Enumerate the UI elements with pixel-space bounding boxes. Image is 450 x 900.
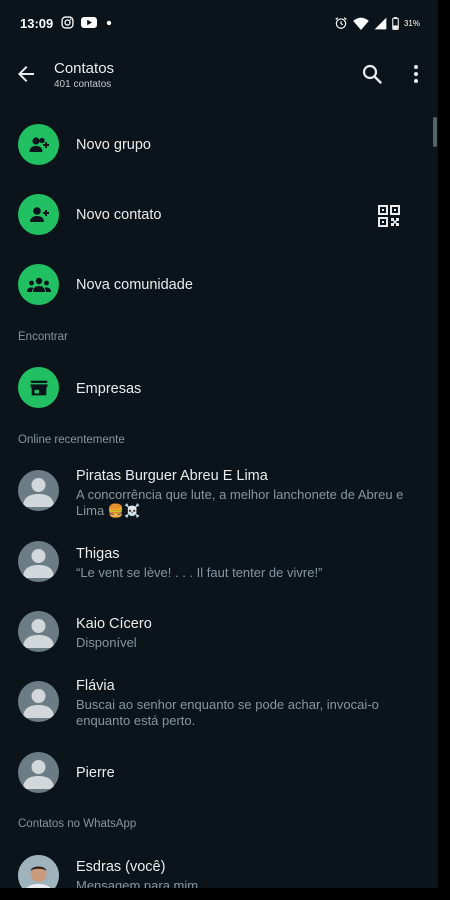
avatar [18, 470, 59, 511]
new-contact-row[interactable]: Novo contato [0, 188, 438, 244]
contacts-count: 401 contatos [54, 79, 112, 90]
avatar [18, 681, 59, 722]
wifi-icon [353, 17, 369, 30]
section-find: Encontrar [18, 331, 68, 343]
new-contact-label: Novo contato [76, 207, 162, 223]
avatar [18, 541, 59, 582]
contact-row[interactable]: Piratas Burguer Abreu E Lima A concorrên… [0, 462, 438, 526]
contact-name: Thigas [76, 546, 120, 562]
alarm-icon [335, 17, 347, 29]
search-icon[interactable] [360, 62, 384, 86]
default-avatar-icon [23, 478, 54, 507]
default-avatar-icon [23, 689, 54, 718]
status-bar: 13:09 31% [0, 0, 438, 48]
section-whatsapp: Contatos no WhatsApp [18, 818, 137, 830]
contact-row[interactable]: Flávia Buscai ao senhor enquanto se pode… [0, 672, 438, 736]
businesses-label: Empresas [76, 381, 142, 397]
contact-status: “Le vent se lève! . . . Il faut tenter d… [76, 565, 323, 580]
app-bar: Contatos 401 contatos [0, 48, 438, 104]
contact-status: A concorrência que lute, a melhor lancho… [76, 487, 404, 518]
contact-name: Flávia [76, 678, 115, 694]
avatar [18, 855, 59, 888]
contacts-screen: 13:09 31% Contatos 401 contatos Novo gru… [0, 0, 438, 888]
status-time: 13:09 [20, 16, 54, 31]
more-vertical-icon[interactable] [404, 62, 428, 86]
instagram-icon [61, 16, 74, 29]
default-avatar-icon [23, 619, 54, 648]
contact-status: Disponível [76, 635, 137, 650]
contact-name: Pierre [76, 765, 115, 781]
store-icon [29, 380, 48, 395]
community-icon [26, 277, 51, 292]
profile-photo [18, 855, 59, 888]
group-add-icon [29, 136, 49, 152]
avatar [18, 611, 59, 652]
contact-name: Piratas Burguer Abreu E Lima [76, 468, 268, 484]
contact-status: Buscai ao senhor enquanto se pode achar,… [76, 697, 379, 728]
dot-icon [106, 20, 112, 25]
new-community-avatar [18, 264, 59, 305]
signal-icon [374, 17, 387, 29]
new-contact-avatar [18, 194, 59, 235]
businesses-row[interactable]: Empresas [0, 362, 438, 416]
contact-name: Esdras (você) [76, 859, 166, 875]
qr-code-icon[interactable] [378, 205, 400, 227]
contact-row[interactable]: Pierre [0, 748, 438, 798]
avatar [18, 752, 59, 793]
businesses-avatar [18, 367, 59, 408]
page-title: Contatos [54, 60, 115, 77]
contact-status: Mensagem para mim [76, 878, 199, 888]
back-arrow-icon[interactable] [14, 62, 38, 86]
battery-icon [392, 16, 399, 30]
new-community-label: Nova comunidade [76, 277, 193, 293]
new-community-row[interactable]: Nova comunidade [0, 258, 438, 314]
contact-row-self[interactable]: Esdras (você) Mensagem para mim [0, 852, 438, 888]
battery-percent: 31% [403, 18, 420, 28]
new-group-label: Novo grupo [76, 137, 151, 153]
contact-row[interactable]: Thigas “Le vent se lève! . . . Il faut t… [0, 536, 438, 588]
new-group-row[interactable]: Novo grupo [0, 118, 438, 174]
person-add-icon [29, 206, 49, 222]
new-group-avatar [18, 124, 59, 165]
contact-name: Kaio Cícero [76, 616, 152, 632]
section-recent: Online recentemente [18, 434, 125, 446]
default-avatar-icon [23, 760, 54, 789]
contact-row[interactable]: Kaio Cícero Disponível [0, 606, 438, 658]
youtube-icon [81, 16, 97, 29]
default-avatar-icon [23, 549, 54, 578]
